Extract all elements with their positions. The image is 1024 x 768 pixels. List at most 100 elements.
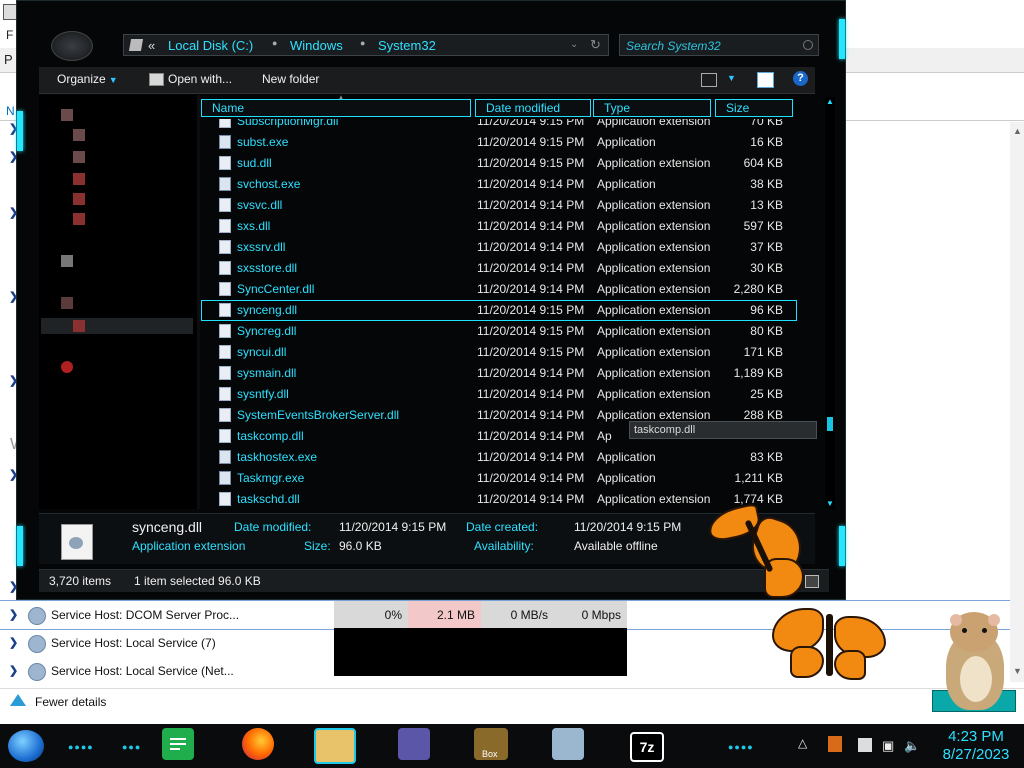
navigation-pane bbox=[39, 95, 197, 509]
file-type: Application bbox=[597, 450, 656, 464]
process-list-scrollbar[interactable]: ▲ ▼ bbox=[1010, 122, 1024, 682]
search-input[interactable]: Search System32 bbox=[626, 39, 721, 53]
nav-item-local-disk[interactable] bbox=[41, 318, 193, 334]
monitor-icon[interactable] bbox=[552, 728, 584, 760]
refresh-icon[interactable]: ↻ bbox=[590, 37, 601, 53]
file-size: 96 KB bbox=[750, 303, 783, 317]
file-row[interactable]: taskhostex.exe 11/20/2014 9:14 PM Applicat… bbox=[201, 447, 797, 468]
network-icon[interactable] bbox=[61, 361, 73, 373]
tab-processes[interactable]: P bbox=[4, 52, 13, 67]
file-list-scrollbar[interactable]: ▲ ▼ bbox=[825, 97, 835, 509]
file-row[interactable]: syncui.dll 11/20/2014 9:15 PM Application … bbox=[201, 342, 797, 363]
application-icon bbox=[219, 177, 231, 191]
file-row[interactable]: sysmain.dll 11/20/2014 9:14 PM Application… bbox=[201, 363, 797, 384]
availability-value: Available offline bbox=[574, 539, 658, 553]
drive-icon[interactable] bbox=[73, 320, 85, 332]
start-orb-icon[interactable] bbox=[8, 730, 44, 762]
views-icon[interactable] bbox=[701, 73, 717, 87]
organize-button[interactable]: Organize ▼ bbox=[57, 72, 118, 86]
breadcrumb-separator-icon[interactable]: ● bbox=[272, 38, 277, 48]
scroll-down-icon[interactable]: ▼ bbox=[826, 499, 834, 508]
notification-expand-icon[interactable]: △ bbox=[798, 736, 807, 750]
file-row[interactable]: svchost.exe 11/20/2014 9:14 PM Application… bbox=[201, 174, 797, 195]
expand-chevron-icon[interactable]: ❯ bbox=[9, 608, 18, 621]
dll-file-icon bbox=[219, 119, 231, 128]
address-bar[interactable]: « Local Disk (C:) ● Windows ● System32 ⌄… bbox=[123, 34, 609, 56]
column-header-name[interactable]: N bbox=[6, 104, 15, 118]
file-row[interactable]: sxsstore.dll 11/20/2014 9:14 PM Applicatio… bbox=[201, 258, 797, 279]
fewer-details-link[interactable]: Fewer details bbox=[35, 695, 106, 709]
file-row[interactable]: sxssrv.dll 11/20/2014 9:14 PM Application … bbox=[201, 237, 797, 258]
folder-icon[interactable] bbox=[73, 213, 85, 225]
file-row[interactable]: synceng.dll 11/20/2014 9:15 PM Application… bbox=[201, 300, 797, 321]
file-row[interactable]: SyncCenter.dll 11/20/2014 9:14 PM Applicat… bbox=[201, 279, 797, 300]
file-row[interactable]: sud.dll 11/20/2014 9:15 PM Application ext… bbox=[201, 153, 797, 174]
views-dropdown-icon[interactable]: ▼ bbox=[727, 73, 736, 83]
file-type: Application extension bbox=[597, 324, 711, 338]
scroll-up-icon[interactable]: ▲ bbox=[1013, 126, 1022, 136]
file-row[interactable]: subst.exe 11/20/2014 9:15 PM Application 16… bbox=[201, 132, 797, 153]
help-icon[interactable]: ? bbox=[793, 71, 808, 86]
firefox-icon[interactable] bbox=[242, 728, 274, 760]
file-date: 11/20/2014 9:15 PM bbox=[477, 345, 585, 359]
pane-splitter[interactable] bbox=[197, 95, 200, 509]
search-icon[interactable] bbox=[803, 40, 813, 50]
new-folder-button[interactable]: New folder bbox=[262, 72, 319, 86]
card-icon[interactable] bbox=[398, 728, 430, 760]
flag-icon[interactable] bbox=[828, 736, 842, 752]
file-row[interactable]: Taskmgr.exe 11/20/2014 9:14 PM Application… bbox=[201, 468, 797, 489]
open-with-button[interactable]: Open with... bbox=[168, 72, 232, 86]
search-box[interactable]: Search System32 bbox=[619, 34, 819, 56]
breadcrumb-system32[interactable]: System32 bbox=[378, 38, 436, 53]
column-header-type[interactable]: Type bbox=[593, 99, 711, 117]
this-pc-icon[interactable] bbox=[61, 297, 73, 309]
breadcrumb-windows[interactable]: Windows bbox=[290, 38, 343, 53]
file-explorer-icon[interactable] bbox=[314, 728, 356, 764]
process-name: Service Host: Local Service (7) bbox=[51, 636, 216, 650]
column-header-date[interactable]: Date modified bbox=[475, 99, 591, 117]
network-icon[interactable]: ▣ bbox=[882, 738, 894, 754]
scrollbar-thumb[interactable] bbox=[827, 417, 833, 431]
file-row[interactable]: sysntfy.dll 11/20/2014 9:14 PM Application… bbox=[201, 384, 797, 405]
chevron-down-icon[interactable]: ⌄ bbox=[570, 39, 578, 50]
action-center-icon[interactable] bbox=[858, 738, 872, 752]
file-date: 11/20/2014 9:14 PM bbox=[477, 177, 585, 191]
memory-cell: 2.1 MB bbox=[408, 601, 481, 629]
homegroup-icon[interactable] bbox=[61, 255, 73, 267]
date-created-value: 11/20/2014 9:15 PM bbox=[574, 520, 682, 534]
breadcrumb-local-disk[interactable]: Local Disk (C:) bbox=[168, 38, 253, 53]
file-row[interactable]: svsvc.dll 11/20/2014 9:14 PM Application e… bbox=[201, 195, 797, 216]
back-forward-orb[interactable] bbox=[51, 31, 93, 61]
volume-icon[interactable]: 🔈 bbox=[904, 738, 920, 754]
file-row[interactable]: Syncreg.dll 11/20/2014 9:15 PM Application… bbox=[201, 321, 797, 342]
7zip-icon[interactable]: 7z bbox=[630, 732, 664, 762]
notes-icon[interactable] bbox=[162, 728, 194, 760]
file-row[interactable]: sxs.dll 11/20/2014 9:14 PM Application ext… bbox=[201, 216, 797, 237]
folder-icon[interactable] bbox=[73, 129, 85, 141]
collapse-arrow-icon[interactable] bbox=[10, 694, 26, 706]
expand-chevron-icon[interactable]: ❯ bbox=[9, 636, 18, 649]
menu-file[interactable]: F bbox=[6, 28, 13, 42]
breadcrumb-separator-icon[interactable]: ● bbox=[360, 38, 365, 48]
box-icon[interactable]: Box bbox=[474, 728, 508, 760]
preview-pane-icon[interactable] bbox=[757, 72, 774, 88]
column-header-size[interactable]: Size bbox=[715, 99, 793, 117]
folder-icon[interactable] bbox=[73, 151, 85, 163]
frame-accent bbox=[17, 111, 23, 151]
folder-icon[interactable] bbox=[73, 193, 85, 205]
scroll-down-icon[interactable]: ▼ bbox=[1013, 666, 1022, 676]
dll-file-icon bbox=[219, 198, 231, 212]
file-row[interactable]: SubscriptionMgr.dll 11/20/2014 9:15 PM App… bbox=[201, 119, 797, 132]
file-size: 171 KB bbox=[743, 345, 783, 359]
column-header-name[interactable]: Name bbox=[201, 99, 471, 117]
scroll-up-icon[interactable]: ▲ bbox=[826, 97, 834, 106]
folder-icon[interactable] bbox=[73, 173, 85, 185]
clock-time[interactable]: 4:23 PM bbox=[936, 728, 1016, 745]
breadcrumb-overflow[interactable]: « bbox=[148, 38, 155, 53]
file-date: 11/20/2014 9:14 PM bbox=[477, 261, 585, 275]
file-name: SystemEventsBrokerServer.dll bbox=[237, 408, 400, 422]
clock-date[interactable]: 8/27/2023 bbox=[936, 746, 1016, 763]
favorites-icon[interactable] bbox=[61, 109, 73, 121]
file-type: Application extension bbox=[597, 366, 711, 380]
expand-chevron-icon[interactable]: ❯ bbox=[9, 664, 18, 677]
